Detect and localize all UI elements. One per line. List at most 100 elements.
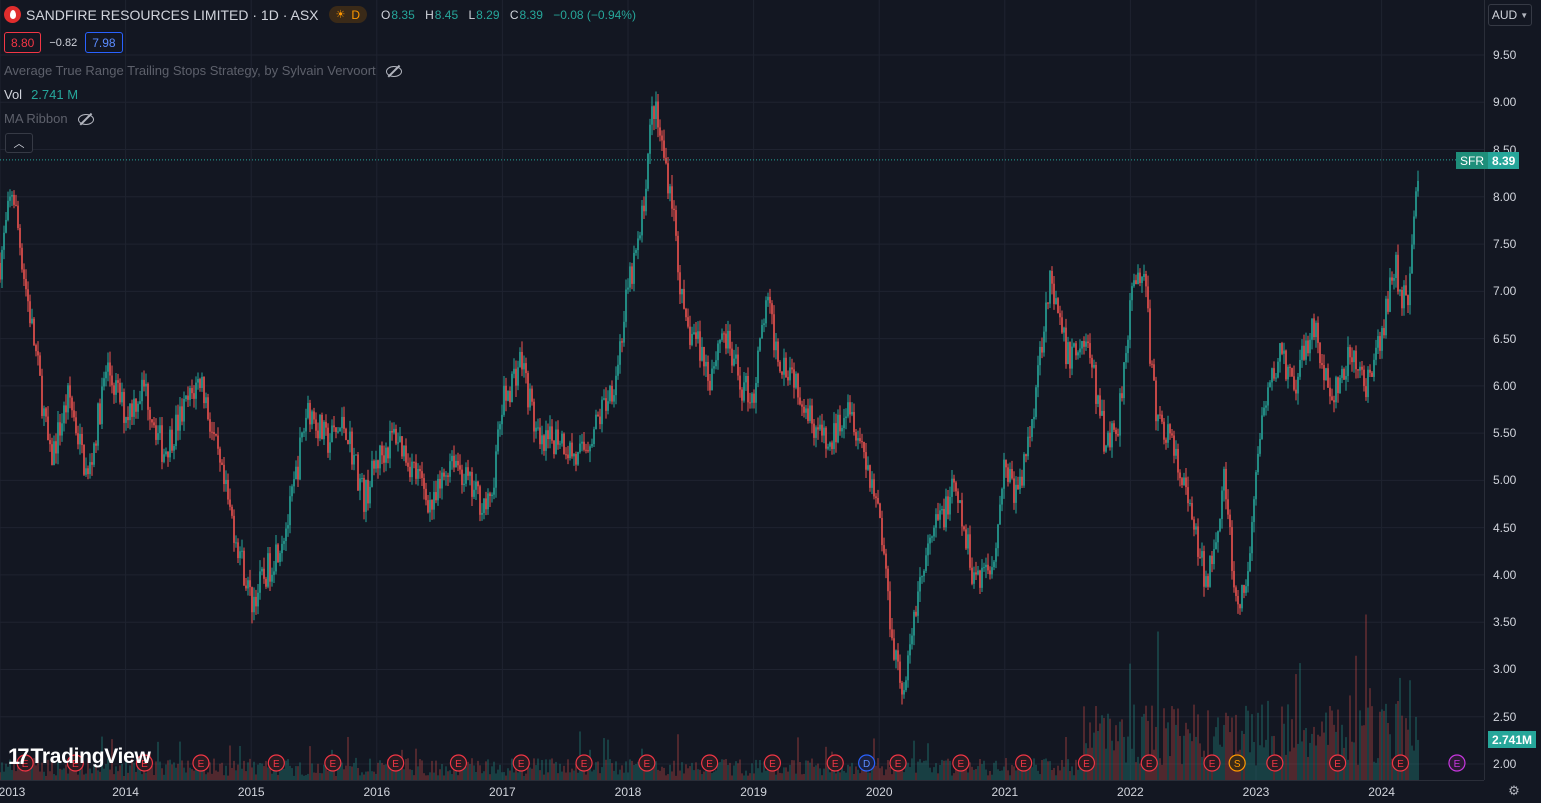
candle-body (1407, 295, 1409, 306)
candle-body (443, 472, 445, 477)
volume-bar (969, 762, 971, 780)
candle-body (1397, 254, 1399, 292)
candle-body (1331, 396, 1333, 401)
volume-bar (755, 759, 757, 780)
candle-body (1389, 277, 1391, 312)
price-chart[interactable]: EEEEEEEEEEEEEEDEEEEEESEEEE (0, 0, 1484, 780)
candle-body (591, 444, 593, 447)
candle-body (135, 398, 137, 412)
candle-body (1245, 586, 1247, 593)
volume-bar (1059, 770, 1061, 780)
candle-body (89, 462, 91, 475)
candle-body (1065, 327, 1067, 365)
volume-bar (1359, 710, 1361, 780)
collapse-legend-button[interactable]: ︿ (5, 133, 33, 153)
candle-body (785, 357, 787, 378)
candle-body (477, 481, 479, 487)
volume-tag: 2.741M (1488, 731, 1537, 748)
volume-bar (321, 773, 323, 780)
symbol-title[interactable]: SANDFIRE RESOURCES LIMITED · 1D · ASX (26, 7, 319, 23)
volume-bar (1307, 756, 1309, 780)
candle-body (463, 483, 465, 485)
eye-off-icon[interactable] (385, 65, 402, 77)
price-change: −0.08 (−0.94%) (553, 7, 636, 22)
session-badge[interactable]: ☀ D (328, 6, 368, 23)
candle-body (95, 443, 97, 446)
volume-bar (1221, 746, 1223, 780)
candle-body (685, 308, 687, 318)
candle-body (381, 445, 383, 456)
indicator-volume[interactable]: Vol 2.741 M (4, 87, 78, 102)
volume-bar (869, 772, 871, 780)
candle-body (481, 512, 483, 515)
buy-price-button[interactable]: 7.98 (85, 32, 123, 53)
candle-body (387, 447, 389, 459)
candle-body (1277, 361, 1279, 378)
volume-bar (1303, 730, 1305, 780)
volume-bar (439, 769, 441, 780)
volume-bar (757, 768, 759, 780)
time-axis[interactable]: 2013 2014 2015 2016 2017 2018 2019 2020 2021 2022… (0, 780, 1484, 803)
volume-bar (625, 761, 627, 780)
candle-body (1119, 393, 1121, 436)
candle-body (11, 194, 13, 197)
candle-body (487, 493, 489, 510)
volume-bar (1097, 731, 1099, 780)
candle-body (1385, 298, 1387, 336)
sell-price-button[interactable]: 8.80 (4, 32, 42, 53)
candle-body (1405, 285, 1407, 296)
volume-bar (369, 758, 371, 780)
candle-body (115, 380, 117, 395)
candle-body (823, 427, 825, 436)
volume-bar (759, 759, 761, 780)
candle-body (653, 106, 655, 120)
chart-area[interactable]: EEEEEEEEEEEEEEDEEEEEESEEEE (0, 0, 1484, 780)
currency-selector[interactable]: AUD ▼ (1488, 4, 1532, 26)
volume-bar (29, 770, 31, 780)
candle-body (1131, 286, 1133, 301)
volume-bar (1157, 631, 1159, 780)
volume-bar (1119, 721, 1121, 780)
candle-body (305, 417, 307, 432)
candle-body (217, 435, 219, 449)
candle-body (19, 227, 21, 248)
candle-body (189, 388, 191, 400)
eye-off-icon[interactable] (77, 113, 94, 125)
candle-body (409, 466, 411, 478)
currency-label: AUD (1491, 8, 1518, 22)
candle-body (193, 393, 195, 399)
candle-body (21, 247, 23, 270)
volume-bar (937, 773, 939, 780)
candle-body (621, 341, 623, 343)
candle-body (683, 289, 685, 309)
volume-bar (683, 773, 685, 780)
indicator-strategy[interactable]: Average True Range Trailing Stops Strate… (4, 63, 402, 78)
candle-body (49, 440, 51, 445)
candle-body (81, 433, 83, 445)
volume-bar (535, 765, 537, 780)
candle-body (881, 517, 883, 546)
indicator-ma-ribbon[interactable]: MA Ribbon (4, 111, 94, 126)
volume-bar (347, 736, 349, 780)
candle-body (71, 397, 73, 411)
volume-bar (1417, 739, 1419, 780)
volume-label: Vol (4, 87, 23, 102)
candle-body (109, 362, 111, 376)
gear-icon[interactable]: ⚙ (1505, 782, 1523, 800)
candle-body (593, 429, 595, 445)
tradingview-logo[interactable]: 17 TradingView (8, 744, 151, 770)
candle-body (1147, 286, 1149, 309)
volume-bar (1155, 726, 1157, 780)
candle-body (977, 570, 979, 575)
volume-bar (479, 765, 481, 780)
candle-body (355, 454, 357, 456)
symbol-legend[interactable]: SANDFIRE RESOURCES LIMITED · 1D · ASX ☀ … (4, 6, 637, 23)
volume-bar (889, 766, 891, 780)
volume-bar (1127, 736, 1129, 780)
volume-bar (1281, 706, 1283, 780)
candle-body (349, 431, 351, 445)
candle-body (85, 468, 87, 475)
candle-body (197, 379, 199, 383)
candle-body (1085, 341, 1087, 347)
price-axis[interactable]: 9.50 9.00 8.50 8.00 7.50 7.00 6.50 6.00 5.50 5.00… (1484, 0, 1541, 780)
